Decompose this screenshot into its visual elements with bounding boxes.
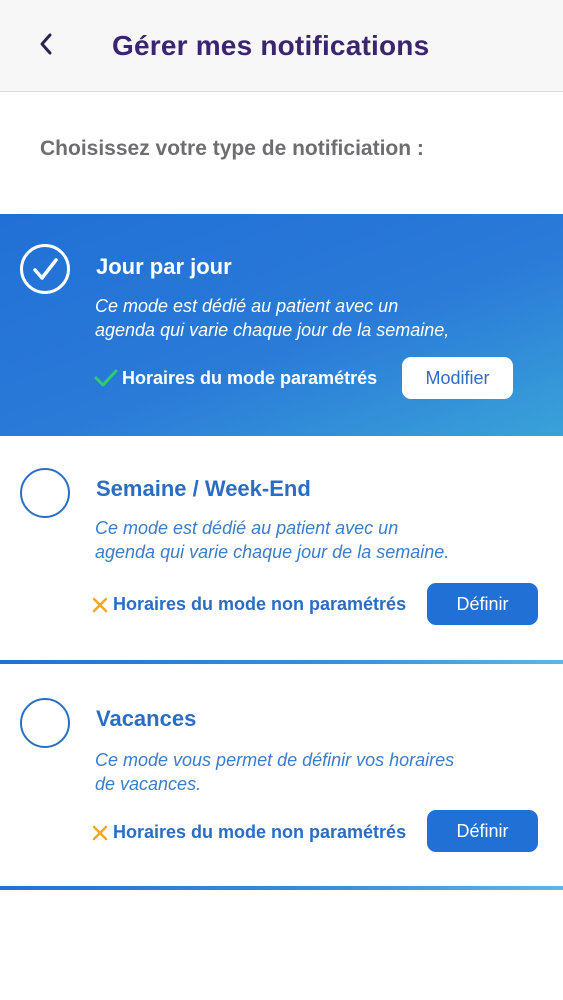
mode-card-vacances[interactable]: Vacances Ce mode vous permet de définir … [0, 664, 563, 890]
mode-description-line: Ce mode est dédié au patient avec un [95, 518, 399, 538]
mode-description-line: Ce mode est dédié au patient avec un [95, 296, 399, 316]
checkmark-icon [33, 258, 58, 280]
mode-description: Ce mode est dédié au patient avec un age… [95, 294, 535, 342]
cross-icon [92, 825, 108, 841]
modify-button[interactable]: Modifier [402, 357, 513, 399]
mode-title: Semaine / Week-End [96, 476, 311, 501]
define-button[interactable]: Définir [427, 583, 538, 625]
mode-description-line: Ce mode vous permet de définir vos horai… [95, 750, 455, 770]
mode-radio-unselected[interactable] [20, 698, 70, 748]
mode-status-text: Horaires du mode non paramétrés [113, 822, 407, 842]
card-divider [0, 886, 563, 890]
mode-radio-selected[interactable] [20, 244, 70, 294]
mode-description: Ce mode est dédié au patient avec un age… [95, 516, 535, 564]
mode-description-line: de vacances. [95, 774, 202, 794]
app-header: Gérer mes notifications [0, 0, 563, 92]
mode-radio-unselected[interactable] [20, 468, 70, 518]
page-title: Gérer mes notifications [112, 30, 430, 61]
cross-icon [92, 597, 108, 613]
mode-title: Jour par jour [96, 254, 232, 279]
mode-status-text: Horaires du mode paramétrés [122, 368, 378, 388]
mode-title: Vacances [96, 706, 197, 731]
back-button[interactable] [30, 26, 66, 62]
chevron-left-icon [40, 33, 52, 55]
mode-description-line: agenda qui varie chaque jour de la semai… [95, 542, 450, 562]
mode-card-jour-par-jour[interactable]: Jour par jour Ce mode est dédié au patie… [0, 214, 563, 436]
define-button[interactable]: Définir [427, 810, 538, 852]
mode-card-semaine-week-end[interactable]: Semaine / Week-End Ce mode est dédié au … [0, 436, 563, 664]
mode-status-text: Horaires du mode non paramétrés [113, 594, 407, 614]
notification-type-prompt: Choisissez votre type de notificiation : [40, 137, 424, 160]
mode-description-line: agenda qui varie chaque jour de la semai… [95, 320, 450, 340]
check-icon [94, 369, 118, 387]
mode-description: Ce mode vous permet de définir vos horai… [95, 748, 535, 796]
